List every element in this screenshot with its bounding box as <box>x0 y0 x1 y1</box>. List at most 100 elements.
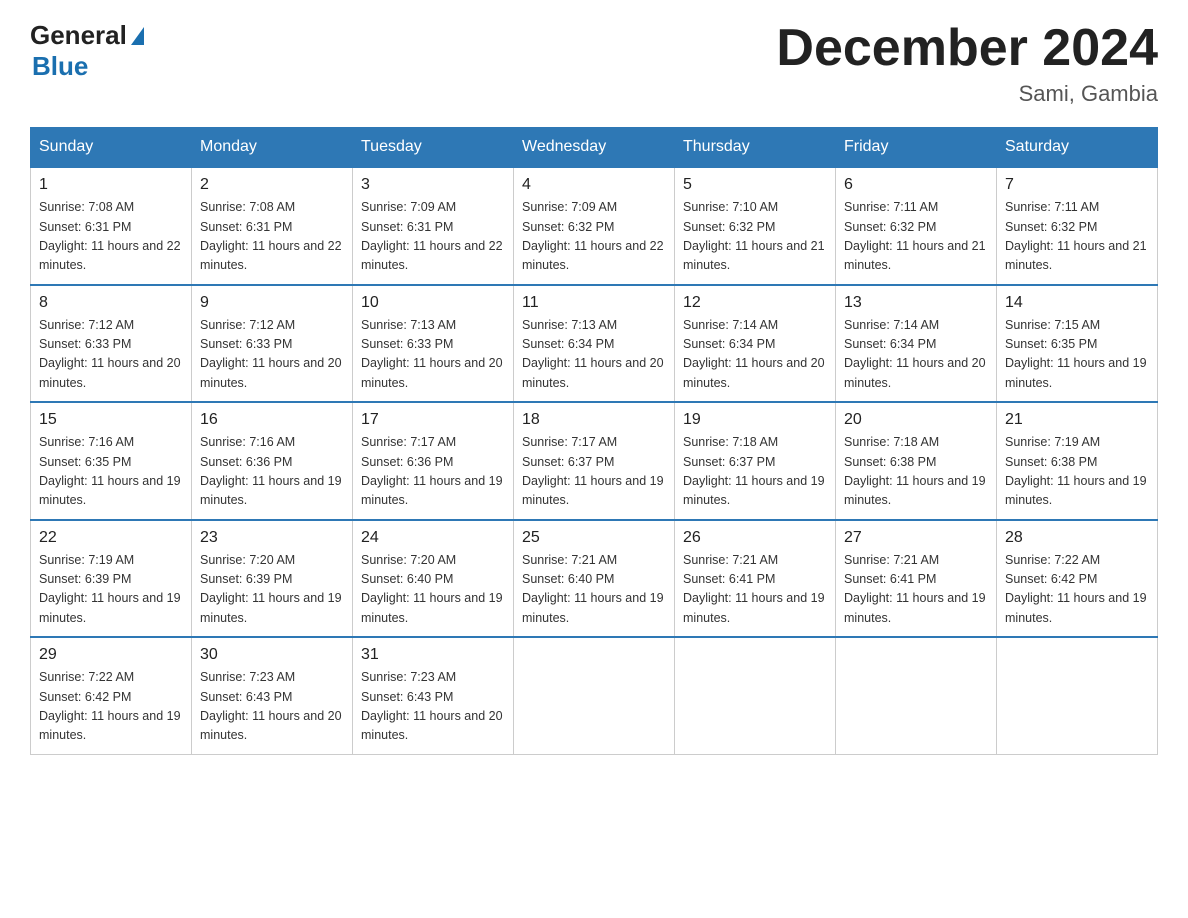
logo-arrow-icon <box>131 27 144 45</box>
day-info: Sunrise: 7:11 AMSunset: 6:32 PMDaylight:… <box>1005 198 1149 276</box>
calendar-cell-day-14: 14Sunrise: 7:15 AMSunset: 6:35 PMDayligh… <box>997 285 1158 403</box>
calendar-cell-day-12: 12 Sunrise: 7:14 AMSunset: 6:34 PMDayligh… <box>675 285 836 403</box>
day-info: Sunrise: 7:14 AMSunset: 6:34 PMDaylight:… <box>844 316 988 394</box>
calendar-cell-day-18: 18 Sunrise: 7:17 AMSunset: 6:37 PMDayligh… <box>514 402 675 520</box>
column-header-monday: Monday <box>192 128 353 168</box>
day-number: 17 <box>361 411 505 429</box>
day-info: Sunrise: 7:16 AMSunset: 6:35 PMDaylight:… <box>39 433 183 511</box>
calendar-header-row: SundayMondayTuesdayWednesdayThursdayFrid… <box>31 128 1158 168</box>
day-number: 31 <box>361 646 505 664</box>
column-header-sunday: Sunday <box>31 128 192 168</box>
logo-text-general: General <box>30 20 127 51</box>
calendar-cell-day-30: 30Sunrise: 7:23 AMSunset: 6:43 PMDayligh… <box>192 637 353 754</box>
column-header-tuesday: Tuesday <box>353 128 514 168</box>
calendar-week-row: 22 Sunrise: 7:19 AMSunset: 6:39 PMDayligh… <box>31 520 1158 638</box>
calendar-cell-day-23: 23Sunrise: 7:20 AMSunset: 6:39 PMDayligh… <box>192 520 353 638</box>
day-number: 19 <box>683 411 827 429</box>
day-info: Sunrise: 7:09 AMSunset: 6:32 PMDaylight:… <box>522 198 666 276</box>
day-info: Sunrise: 7:11 AMSunset: 6:32 PMDaylight:… <box>844 198 988 276</box>
calendar-cell-empty <box>836 637 997 754</box>
day-number: 4 <box>522 176 666 194</box>
calendar-cell-day-20: 20Sunrise: 7:18 AMSunset: 6:38 PMDayligh… <box>836 402 997 520</box>
calendar-week-row: 29 Sunrise: 7:22 AMSunset: 6:42 PMDayligh… <box>31 637 1158 754</box>
column-header-saturday: Saturday <box>997 128 1158 168</box>
calendar-week-row: 8 Sunrise: 7:12 AMSunset: 6:33 PMDaylight… <box>31 285 1158 403</box>
day-info: Sunrise: 7:16 AMSunset: 6:36 PMDaylight:… <box>200 433 344 511</box>
day-number: 12 <box>683 294 827 312</box>
calendar-cell-day-5: 5Sunrise: 7:10 AMSunset: 6:32 PMDaylight… <box>675 167 836 285</box>
calendar-week-row: 1 Sunrise: 7:08 AMSunset: 6:31 PMDaylight… <box>31 167 1158 285</box>
column-header-friday: Friday <box>836 128 997 168</box>
day-info: Sunrise: 7:22 AMSunset: 6:42 PMDaylight:… <box>39 668 183 746</box>
day-number: 9 <box>200 294 344 312</box>
day-number: 7 <box>1005 176 1149 194</box>
title-section: December 2024 Sami, Gambia <box>776 20 1158 107</box>
month-title: December 2024 <box>776 20 1158 77</box>
calendar-cell-day-28: 28Sunrise: 7:22 AMSunset: 6:42 PMDayligh… <box>997 520 1158 638</box>
day-info: Sunrise: 7:19 AMSunset: 6:39 PMDaylight:… <box>39 551 183 629</box>
calendar-cell-day-16: 16 Sunrise: 7:16 AMSunset: 6:36 PMDayligh… <box>192 402 353 520</box>
day-info: Sunrise: 7:22 AMSunset: 6:42 PMDaylight:… <box>1005 551 1149 629</box>
calendar-cell-day-27: 27Sunrise: 7:21 AMSunset: 6:41 PMDayligh… <box>836 520 997 638</box>
calendar-cell-empty <box>997 637 1158 754</box>
day-number: 2 <box>200 176 344 194</box>
day-info: Sunrise: 7:13 AMSunset: 6:33 PMDaylight:… <box>361 316 505 394</box>
day-number: 24 <box>361 529 505 547</box>
day-number: 8 <box>39 294 183 312</box>
calendar-cell-day-17: 17 Sunrise: 7:17 AMSunset: 6:36 PMDayligh… <box>353 402 514 520</box>
day-number: 22 <box>39 529 183 547</box>
calendar-cell-day-9: 9 Sunrise: 7:12 AMSunset: 6:33 PMDaylight… <box>192 285 353 403</box>
day-number: 26 <box>683 529 827 547</box>
calendar-cell-day-29: 29 Sunrise: 7:22 AMSunset: 6:42 PMDayligh… <box>31 637 192 754</box>
day-number: 6 <box>844 176 988 194</box>
calendar-cell-day-31: 31 Sunrise: 7:23 AMSunset: 6:43 PMDayligh… <box>353 637 514 754</box>
logo: General Blue <box>30 20 144 82</box>
day-info: Sunrise: 7:08 AMSunset: 6:31 PMDaylight:… <box>39 198 183 276</box>
day-info: Sunrise: 7:21 AMSunset: 6:41 PMDaylight:… <box>683 551 827 629</box>
page-header: General Blue December 2024 Sami, Gambia <box>30 20 1158 107</box>
day-number: 5 <box>683 176 827 194</box>
day-number: 13 <box>844 294 988 312</box>
logo-text-blue: Blue <box>32 51 144 82</box>
day-info: Sunrise: 7:12 AMSunset: 6:33 PMDaylight:… <box>200 316 344 394</box>
day-info: Sunrise: 7:17 AMSunset: 6:37 PMDaylight:… <box>522 433 666 511</box>
calendar-table: SundayMondayTuesdayWednesdayThursdayFrid… <box>30 127 1158 755</box>
calendar-cell-day-1: 1 Sunrise: 7:08 AMSunset: 6:31 PMDaylight… <box>31 167 192 285</box>
calendar-cell-day-19: 19Sunrise: 7:18 AMSunset: 6:37 PMDayligh… <box>675 402 836 520</box>
day-number: 29 <box>39 646 183 664</box>
calendar-cell-day-4: 4 Sunrise: 7:09 AMSunset: 6:32 PMDaylight… <box>514 167 675 285</box>
calendar-week-row: 15Sunrise: 7:16 AMSunset: 6:35 PMDayligh… <box>31 402 1158 520</box>
calendar-cell-day-2: 2Sunrise: 7:08 AMSunset: 6:31 PMDaylight… <box>192 167 353 285</box>
column-header-thursday: Thursday <box>675 128 836 168</box>
calendar-cell-day-21: 21Sunrise: 7:19 AMSunset: 6:38 PMDayligh… <box>997 402 1158 520</box>
day-info: Sunrise: 7:21 AMSunset: 6:41 PMDaylight:… <box>844 551 988 629</box>
calendar-cell-day-6: 6 Sunrise: 7:11 AMSunset: 6:32 PMDaylight… <box>836 167 997 285</box>
day-number: 3 <box>361 176 505 194</box>
day-info: Sunrise: 7:17 AMSunset: 6:36 PMDaylight:… <box>361 433 505 511</box>
day-info: Sunrise: 7:09 AMSunset: 6:31 PMDaylight:… <box>361 198 505 276</box>
day-number: 30 <box>200 646 344 664</box>
calendar-cell-day-10: 10 Sunrise: 7:13 AMSunset: 6:33 PMDayligh… <box>353 285 514 403</box>
day-number: 16 <box>200 411 344 429</box>
calendar-cell-day-11: 11Sunrise: 7:13 AMSunset: 6:34 PMDayligh… <box>514 285 675 403</box>
day-number: 18 <box>522 411 666 429</box>
day-info: Sunrise: 7:23 AMSunset: 6:43 PMDaylight:… <box>361 668 505 746</box>
day-number: 10 <box>361 294 505 312</box>
calendar-cell-empty <box>514 637 675 754</box>
day-number: 1 <box>39 176 183 194</box>
day-number: 11 <box>522 294 666 312</box>
calendar-cell-day-22: 22 Sunrise: 7:19 AMSunset: 6:39 PMDayligh… <box>31 520 192 638</box>
day-number: 21 <box>1005 411 1149 429</box>
column-header-wednesday: Wednesday <box>514 128 675 168</box>
calendar-cell-day-7: 7 Sunrise: 7:11 AMSunset: 6:32 PMDaylight… <box>997 167 1158 285</box>
calendar-cell-day-15: 15Sunrise: 7:16 AMSunset: 6:35 PMDayligh… <box>31 402 192 520</box>
calendar-cell-day-25: 25Sunrise: 7:21 AMSunset: 6:40 PMDayligh… <box>514 520 675 638</box>
day-number: 25 <box>522 529 666 547</box>
calendar-cell-day-26: 26 Sunrise: 7:21 AMSunset: 6:41 PMDayligh… <box>675 520 836 638</box>
day-info: Sunrise: 7:14 AMSunset: 6:34 PMDaylight:… <box>683 316 827 394</box>
day-info: Sunrise: 7:20 AMSunset: 6:39 PMDaylight:… <box>200 551 344 629</box>
day-number: 20 <box>844 411 988 429</box>
calendar-cell-day-13: 13 Sunrise: 7:14 AMSunset: 6:34 PMDayligh… <box>836 285 997 403</box>
calendar-cell-empty <box>675 637 836 754</box>
calendar-cell-day-24: 24Sunrise: 7:20 AMSunset: 6:40 PMDayligh… <box>353 520 514 638</box>
